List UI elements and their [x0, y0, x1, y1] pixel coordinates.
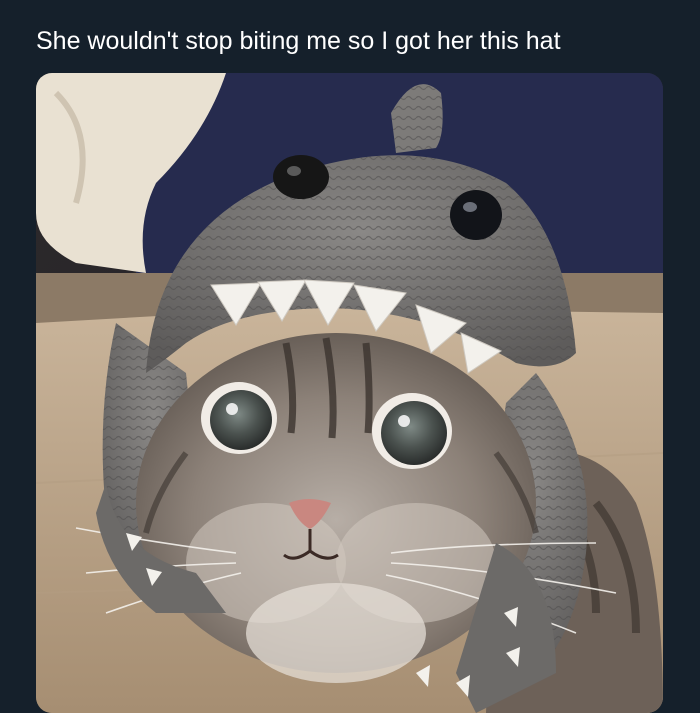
post-image[interactable] — [36, 73, 663, 713]
cat-in-shark-hat-photo — [36, 73, 663, 713]
post-text: She wouldn't stop biting me so I got her… — [36, 27, 561, 55]
